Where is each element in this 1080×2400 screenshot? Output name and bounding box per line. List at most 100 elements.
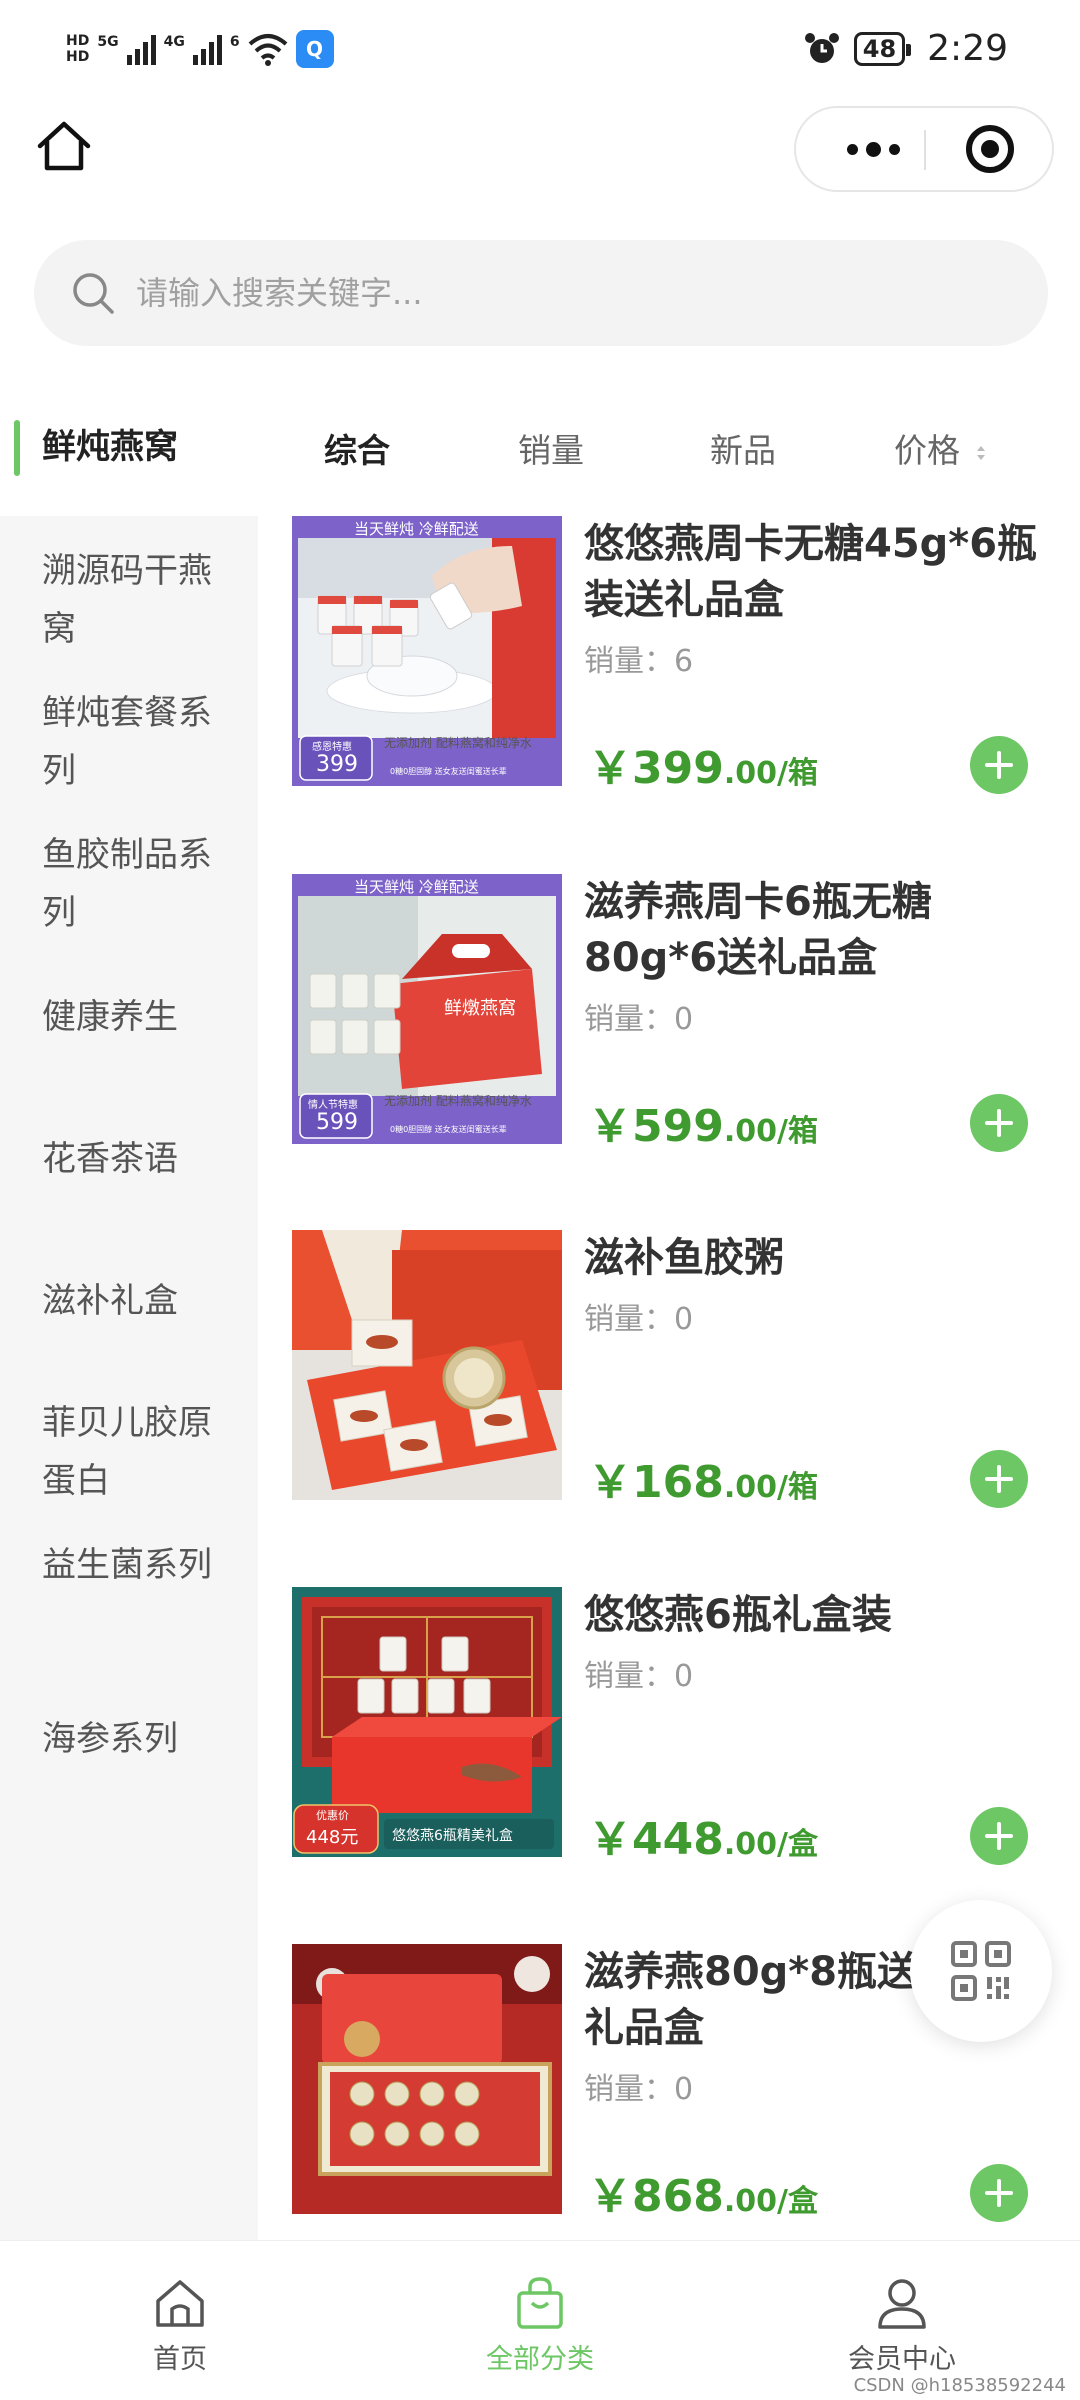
currency-symbol: ￥ (588, 1457, 632, 1508)
user-icon (878, 2279, 926, 2329)
status-right: 48 2:29 (804, 28, 1008, 69)
search-bar[interactable] (34, 240, 1048, 346)
sidebar-item-fish-maw[interactable]: 鱼胶制品系列 (0, 800, 258, 942)
tab-home[interactable]: 首页 (80, 2273, 280, 2376)
image-box-text: 鲜燉燕窩 (444, 998, 516, 1019)
wifi-gen-label: 6 (229, 34, 240, 50)
product-sales: 销量：0 (584, 1651, 693, 1695)
sidebar-item-label: 鲜炖燕窝 (42, 427, 178, 467)
hd-label-bottom: HD (66, 49, 90, 65)
network-type-indicator: HD HD (66, 33, 89, 65)
sidebar-item-probiotics[interactable]: 益生菌系列 (0, 1510, 258, 1652)
image-foot-text: 悠悠燕6瓶精美礼盒 (392, 1828, 513, 1844)
product-card[interactable]: 滋补鱼胶粥 销量：0 ￥168.00/箱 (258, 1230, 1080, 1530)
image-badge-price: 599 (316, 1110, 358, 1135)
tab-member-center[interactable]: 会员中心 (802, 2273, 1002, 2376)
search-icon (73, 273, 114, 314)
price-decimal: .00 (723, 1114, 778, 1149)
sidebar-item-collagen[interactable]: 菲贝儿胶原蛋白 (0, 1368, 258, 1510)
add-to-cart-button[interactable] (970, 1450, 1028, 1508)
product-price: ￥599.00/箱 (588, 1090, 818, 1154)
product-price: ￥399.00/箱 (588, 732, 818, 796)
gen-label-2: 4G (163, 34, 185, 50)
home-icon[interactable] (34, 116, 94, 176)
sort-tab-new[interactable]: 新品 (710, 424, 776, 472)
sidebar-item-label: 鱼胶制品系列 (42, 835, 212, 933)
sidebar-item-label: 溯源码干燕窝 (42, 551, 212, 649)
image-banner-text: 当天鲜炖 冷鲜配送 (354, 878, 479, 896)
sales-label: 销量： (584, 1302, 674, 1337)
product-image[interactable]: 当天鲜炖 冷鲜配送 感恩特惠 399 无添加剂 配料燕窝和纯净水 0糖0胆固醇 … (292, 516, 562, 786)
product-name[interactable]: 悠悠燕周卡无糖45g*6瓶装送礼品盒 (584, 516, 1064, 628)
close-miniprogram-button[interactable] (966, 125, 1014, 173)
add-to-cart-button[interactable] (970, 2164, 1028, 2222)
image-badge-label: 情人节特惠 (308, 1100, 358, 1111)
hd-label-top: HD (66, 33, 90, 49)
image-foot-text: 0糖0胆固醇 送女友送闺蜜送长辈 (390, 1125, 507, 1134)
add-to-cart-button[interactable] (970, 1807, 1028, 1865)
battery-indicator: 48 (853, 31, 912, 66)
sidebar-item-sea-cucumber[interactable]: 海参系列 (0, 1652, 258, 1794)
image-badge-label: 感恩特惠 (312, 742, 352, 753)
product-sales: 销量：0 (584, 994, 693, 1038)
alarm-icon (804, 32, 839, 63)
image-badge-price: 399 (316, 752, 358, 777)
category-sidebar: 鲜炖燕窝 溯源码干燕窝 鲜炖套餐系列 鱼胶制品系列 健康养生 花香茶语 滋补礼盒… (0, 380, 258, 2240)
capsule-divider (924, 130, 926, 170)
product-image[interactable]: 优惠价 448元 悠悠燕6瓶精美礼盒 (292, 1587, 562, 1857)
more-menu-button[interactable] (828, 108, 918, 190)
sidebar-item-label: 鲜炖套餐系列 (42, 693, 212, 791)
tab-all-categories[interactable]: 全部分类 (440, 2273, 640, 2376)
qr-code-icon (951, 1941, 1011, 2001)
product-price: ￥868.00/盒 (588, 2160, 818, 2224)
product-card[interactable]: 当天鲜炖 冷鲜配送 感恩特惠 399 无添加剂 配料燕窝和纯净水 0糖0胆固醇 … (258, 516, 1080, 816)
currency-symbol: ￥ (588, 743, 632, 794)
sales-label: 销量： (584, 2072, 674, 2107)
sidebar-item-stew-combos[interactable]: 鲜炖套餐系列 (0, 658, 258, 800)
image-banner-text: 当天鲜炖 冷鲜配送 (354, 520, 479, 538)
sort-tab-price-label: 价格 (894, 431, 960, 470)
sort-tab-comprehensive[interactable]: 综合 (324, 424, 390, 472)
sidebar-item-gift-boxes[interactable]: 滋补礼盒 (0, 1226, 258, 1368)
search-input[interactable] (136, 274, 936, 312)
signal-icon-2 (192, 33, 222, 65)
sort-tab-sales[interactable]: 销量 (518, 424, 584, 472)
product-name[interactable]: 悠悠燕6瓶礼盒装 (584, 1587, 1064, 1643)
product-image[interactable] (292, 1944, 562, 2214)
product-card[interactable]: 当天鲜炖 冷鲜配送 鲜燉燕窩 情人节特惠 599 无添加剂 配料燕窝和纯净水 0… (258, 874, 1080, 1174)
status-left: HD HD 5G 4G 6 Q (66, 30, 334, 68)
product-image[interactable]: 当天鲜炖 冷鲜配送 鲜燉燕窩 情人节特惠 599 无添加剂 配料燕窝和纯净水 0… (292, 874, 562, 1144)
sort-tab-price[interactable]: 价格 (894, 424, 987, 472)
sort-tabs: 综合 销量 新品 价格 (258, 380, 1080, 516)
status-time: 2:29 (927, 28, 1008, 69)
wifi-icon (248, 34, 287, 66)
sidebar-item-health[interactable]: 健康养生 (0, 942, 258, 1084)
sort-arrows-icon (976, 445, 985, 460)
price-integer: 868 (632, 2171, 724, 2222)
product-price: ￥448.00/盒 (588, 1803, 818, 1867)
product-sales: 销量：0 (584, 1294, 693, 1338)
qr-code-button[interactable] (910, 1900, 1052, 2042)
sidebar-item-label: 滋补礼盒 (42, 1281, 178, 1321)
image-badge-label: 优惠价 (316, 1809, 349, 1822)
tab-member-center-label: 会员中心 (848, 2344, 956, 2375)
signal-icon-1 (126, 33, 156, 65)
add-to-cart-button[interactable] (970, 736, 1028, 794)
sales-count: 0 (674, 2072, 694, 2107)
product-card[interactable]: 优惠价 448元 悠悠燕6瓶精美礼盒 悠悠燕6瓶礼盒装 销量：0 ￥448.00… (258, 1587, 1080, 1887)
product-name[interactable]: 滋养燕周卡6瓶无糖80g*6送礼品盒 (584, 874, 1064, 986)
sidebar-item-traceable-birdsnest[interactable]: 溯源码干燕窝 (0, 516, 258, 658)
sales-label: 销量： (584, 1002, 674, 1037)
product-image[interactable] (292, 1230, 562, 1500)
price-decimal: .00 (723, 1470, 778, 1505)
sidebar-item-tea[interactable]: 花香茶语 (0, 1084, 258, 1226)
product-name[interactable]: 滋补鱼胶粥 (584, 1230, 1064, 1286)
sidebar-item-label: 健康养生 (42, 997, 178, 1037)
sidebar-item-label: 海参系列 (42, 1719, 178, 1759)
sidebar-item-label: 花香茶语 (42, 1139, 178, 1179)
sidebar-item-fresh-birdsnest[interactable]: 鲜炖燕窝 (0, 380, 258, 516)
watermark: CSDN @h18538592244 (853, 2375, 1066, 2396)
price-integer: 599 (632, 1101, 724, 1152)
add-to-cart-button[interactable] (970, 1094, 1028, 1152)
price-decimal: .00 (723, 756, 778, 791)
